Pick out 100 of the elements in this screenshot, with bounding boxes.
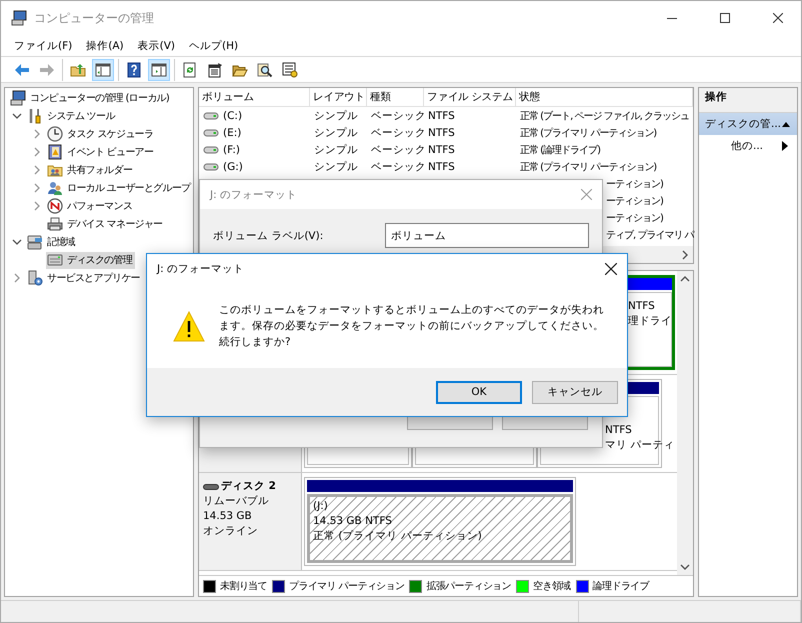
- properties-icon: [207, 62, 223, 78]
- disk-info: オンライン: [203, 525, 258, 537]
- close-icon: [773, 13, 783, 23]
- table-cell: ティブ, プライマリ パ: [606, 230, 694, 240]
- menu-item[interactable]: ヘルプ(H): [182, 36, 246, 54]
- back-arrow-icon: [14, 62, 30, 78]
- input-field[interactable]: ボリューム: [385, 223, 589, 248]
- column-header[interactable]: レイアウト: [310, 88, 367, 106]
- table-cell: (F:): [223, 144, 240, 156]
- close-icon: [605, 263, 617, 275]
- tree-item[interactable]: 記憶域: [26, 234, 78, 250]
- column-header[interactable]: ファイル システム: [424, 88, 516, 106]
- partition-info: 14.53 GB NTFS: [313, 515, 392, 527]
- disk-info: リムーバブル: [203, 495, 269, 507]
- users-icon: [47, 180, 63, 196]
- tools-icon: [27, 108, 43, 124]
- search-icon: [257, 62, 273, 78]
- table-cell: (E:): [223, 126, 242, 138]
- menu-item[interactable]: 表示(V): [130, 36, 182, 54]
- printer-icon: [47, 216, 63, 232]
- server-gear-icon: [27, 270, 43, 286]
- dialog-button[interactable]: OK: [436, 380, 522, 404]
- table-cell: シンプル: [314, 126, 358, 138]
- disk-name: ディスク 2: [203, 479, 297, 494]
- legend-label: プライマリ パーティション: [289, 580, 404, 593]
- action-pane-toggle-button[interactable]: [148, 58, 170, 80]
- dialog-title: J: のフォーマット: [210, 188, 297, 202]
- tree-item[interactable]: ローカル ユーザーとグループ: [46, 180, 194, 196]
- table-cell: (G:): [223, 160, 243, 172]
- action-item[interactable]: 他の...: [699, 135, 797, 157]
- disk-drive-icon: [47, 252, 63, 268]
- dialog-button[interactable]: キャンセル: [532, 380, 618, 404]
- close-button[interactable]: [605, 263, 617, 275]
- settings-icon: [282, 62, 298, 78]
- computer-icon: [11, 10, 27, 26]
- action-pane-icon: [151, 62, 167, 78]
- gauge-icon: [47, 198, 63, 214]
- table-cell: ベーシック: [371, 144, 426, 156]
- partition-info: 正常 (プライマリ パーティション): [313, 530, 482, 542]
- table-cell: ーティション): [606, 212, 663, 224]
- column-header[interactable]: ボリューム: [199, 88, 310, 106]
- refresh-icon: [182, 62, 198, 78]
- table-cell: 正常 (プライマリ パーティション): [520, 162, 656, 172]
- tree-item[interactable]: タスク スケジューラ: [46, 126, 156, 142]
- table-cell: NTFS: [428, 110, 455, 122]
- tree-item[interactable]: デバイス マネージャー: [46, 216, 166, 232]
- tree-toggle-button[interactable]: [92, 58, 114, 80]
- legend-label: 空き領域: [533, 580, 571, 593]
- window-title: コンピューターの管理: [34, 10, 155, 26]
- table-cell: ベーシック: [371, 126, 426, 138]
- scroll-up-icon[interactable]: [680, 275, 690, 283]
- tree-item[interactable]: システム ツール: [26, 108, 118, 124]
- menu-item[interactable]: ファイル(F): [7, 36, 80, 54]
- legend-label: 拡張パーティション: [426, 580, 512, 593]
- table-cell: ベーシック: [371, 160, 426, 172]
- table-cell: NTFS: [428, 160, 455, 172]
- scroll-down-icon[interactable]: [680, 563, 690, 571]
- table-cell: 正常 (論理ドライブ): [520, 144, 600, 156]
- table-cell: シンプル: [314, 110, 358, 122]
- table-cell: 正常 (プライマリ パーティション): [520, 128, 656, 138]
- tree-item[interactable]: 共有フォルダー: [46, 162, 136, 178]
- partition-info: NTFS: [628, 300, 655, 312]
- legend-label: 論理ドライブ: [592, 580, 650, 593]
- help-icon: [126, 62, 142, 78]
- table-cell: ーティション): [606, 178, 663, 190]
- menu-item[interactable]: 操作(A): [79, 36, 131, 54]
- disk-info: 14.53 GB: [203, 510, 252, 522]
- action-item[interactable]: ディスクの管...: [699, 113, 797, 135]
- partition-info: 理ドライ: [628, 315, 672, 327]
- partition[interactable]: (J:) 14.53 GB NTFS 正常 (プライマリ パーティション): [304, 477, 576, 566]
- tree-item[interactable]: コンピューターの管理 (ローカル): [9, 90, 172, 106]
- column-header[interactable]: 状態: [516, 88, 693, 106]
- table-cell: シンプル: [314, 144, 358, 156]
- log-book-icon: [47, 144, 63, 160]
- forward-arrow-icon: [39, 62, 55, 78]
- table-cell: ーティション): [606, 196, 663, 206]
- tree-item[interactable]: パフォーマンス: [46, 198, 136, 214]
- dialog-title: J: のフォーマット: [157, 262, 244, 276]
- legend-label: 未割り当て: [220, 580, 268, 593]
- table-cell: NTFS: [428, 126, 455, 138]
- collapse-arrow-icon: [781, 120, 792, 128]
- tree-item[interactable]: ディスクの管理: [46, 252, 136, 268]
- partition-info: NTFS: [605, 424, 632, 436]
- submenu-arrow-icon: [781, 141, 789, 151]
- table-cell: (C:): [223, 110, 242, 122]
- close-icon: [581, 189, 592, 200]
- disk-drive-icon: [203, 482, 219, 490]
- computer-icon: [10, 90, 26, 106]
- tree-item[interactable]: イベント ビューアー: [46, 144, 156, 160]
- table-cell: ベーシック: [371, 110, 426, 122]
- maximize-icon: [720, 13, 730, 23]
- partition-info: マリ パーティ: [605, 439, 674, 451]
- tree-item[interactable]: サービスとアプリケー: [26, 270, 144, 286]
- tree-pane-icon: [95, 62, 111, 78]
- storage-icon: [27, 234, 43, 250]
- column-header[interactable]: 種類: [367, 88, 424, 106]
- warning-icon: [173, 310, 205, 342]
- field-label: ボリューム ラベル(V):: [213, 228, 324, 242]
- partition-info: (J:): [313, 500, 328, 512]
- table-cell: シンプル: [314, 160, 358, 172]
